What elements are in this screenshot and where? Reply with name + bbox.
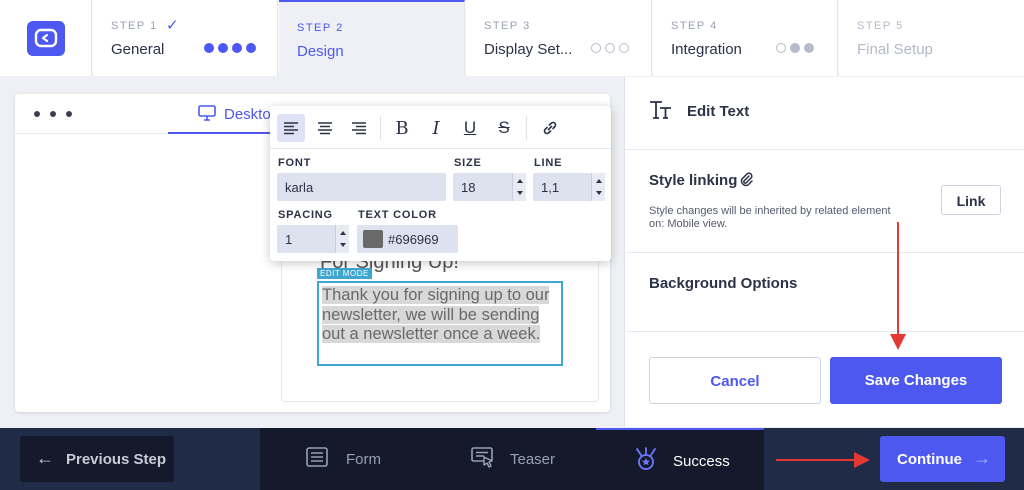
annotation-arrows <box>776 222 906 468</box>
